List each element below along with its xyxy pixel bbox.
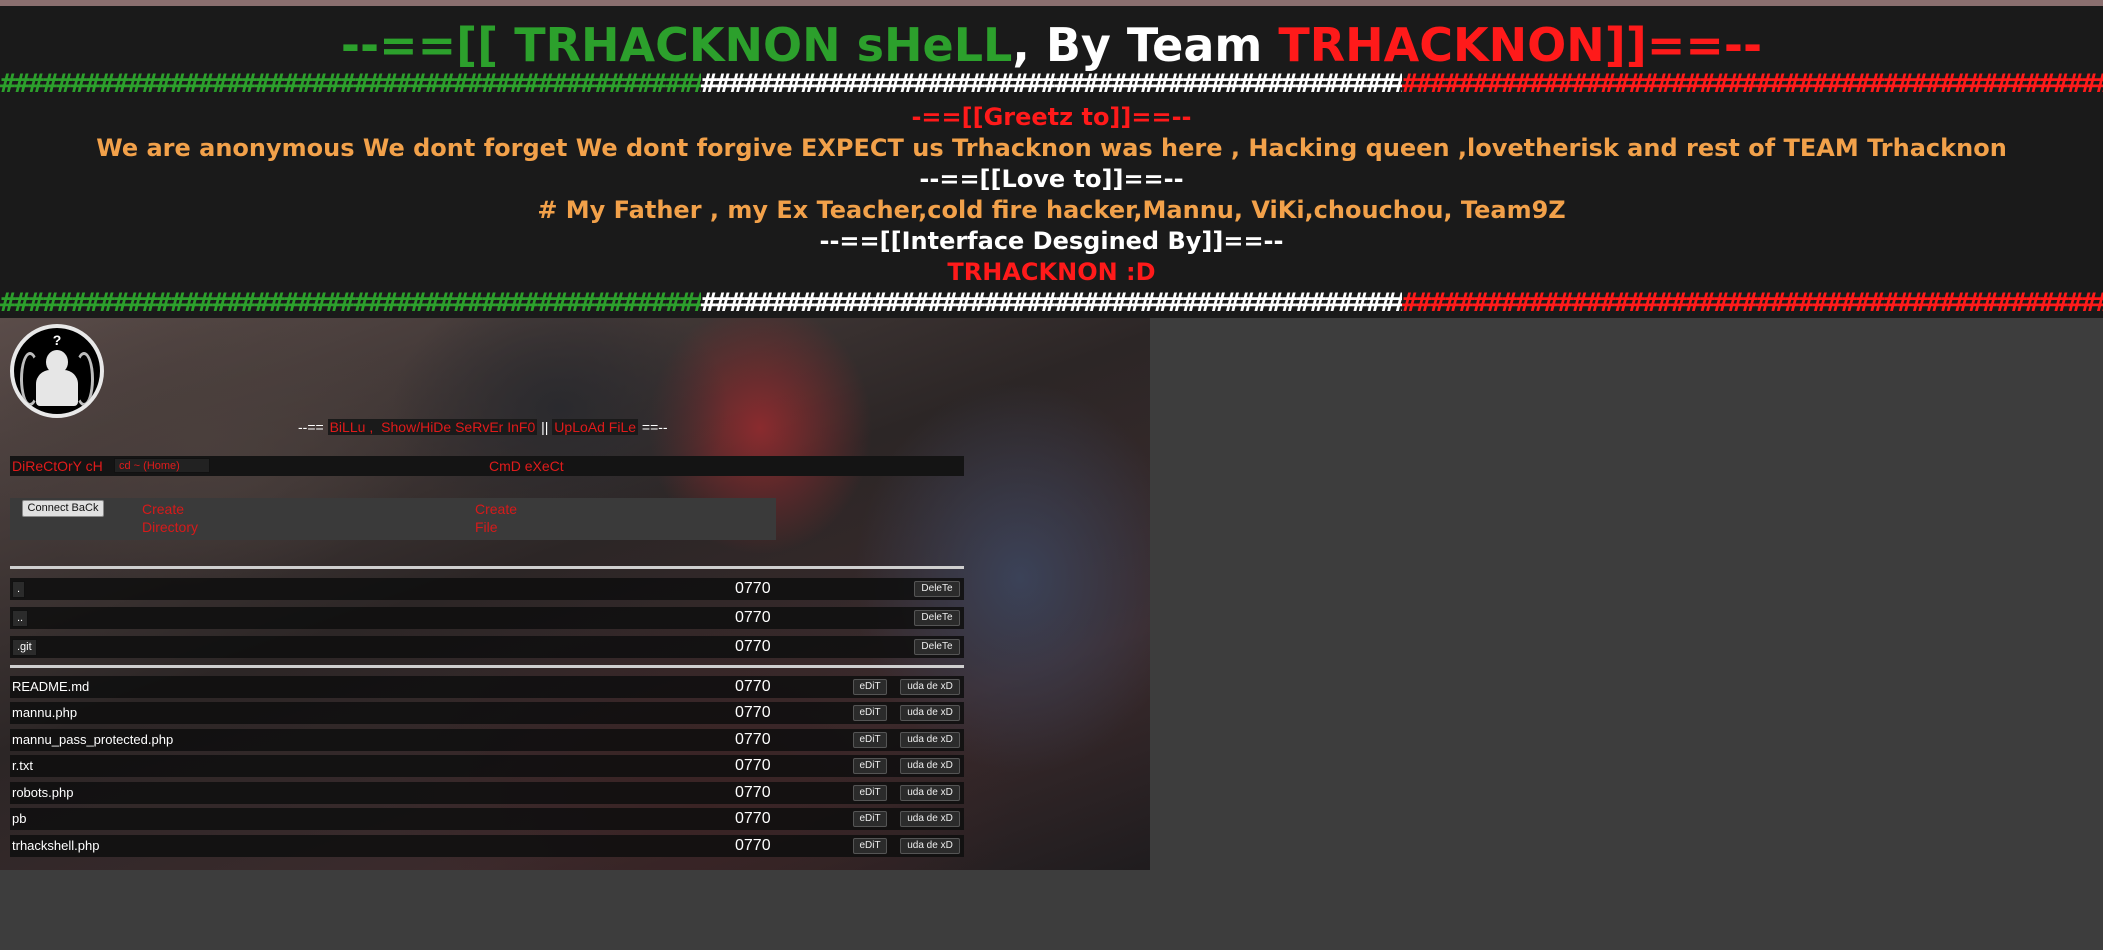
file-name-link[interactable]: robots.php — [12, 784, 73, 802]
delete-button[interactable]: DeleTe — [914, 581, 960, 597]
hash-divider-white: ########################################… — [701, 69, 1402, 99]
logo-suit — [36, 370, 78, 406]
delete-file-button[interactable]: uda de xD — [900, 838, 960, 854]
edit-button[interactable]: eDiT — [853, 705, 887, 721]
edit-button[interactable]: eDiT — [853, 679, 887, 695]
file-row: robots.php 0770 eDiT uda de xD — [10, 782, 964, 804]
command-execute-label[interactable]: CmD eXeCt — [489, 457, 564, 475]
directory-change-label: DiReCtOrY cH — [12, 458, 103, 474]
command-bar: DiReCtOrY cH cd ~ (Home) CmD eXeCt — [10, 456, 964, 476]
directory-name-button[interactable]: .git — [12, 639, 37, 656]
banner-title-shell: --==[[ TRHACKNON sHeLL — [340, 18, 1013, 72]
links-separator: , — [367, 419, 380, 435]
hash-divider-bottom: ########################################… — [0, 288, 2103, 318]
permission-value: 0770 — [735, 638, 771, 655]
file-name-link[interactable]: pb — [12, 810, 26, 828]
delete-file-button[interactable]: uda de xD — [900, 811, 960, 827]
delete-button[interactable]: DeleTe — [914, 610, 960, 626]
shell-banner: --==[[ TRHACKNON sHeLL, By Team TRHACKNO… — [0, 0, 2103, 318]
logo-question-mark: ? — [52, 332, 62, 348]
delete-file-button[interactable]: uda de xD — [900, 758, 960, 774]
file-row: trhackshell.php 0770 eDiT uda de xD — [10, 835, 964, 857]
permission-value: 0770 — [735, 731, 771, 748]
file-row: README.md 0770 eDiT uda de xD — [10, 676, 964, 698]
file-name-link[interactable]: r.txt — [12, 757, 33, 775]
create-directory-line2: Directory — [142, 519, 199, 535]
delete-button[interactable]: DeleTe — [914, 639, 960, 655]
permission-value: 0770 — [735, 678, 771, 695]
create-directory-line1: Create — [142, 501, 185, 517]
edit-button[interactable]: eDiT — [853, 811, 887, 827]
file-name-link[interactable]: mannu_pass_protected.php — [12, 731, 173, 749]
hash-divider-top: ########################################… — [0, 69, 2103, 99]
anonymous-logo-icon: ? — [10, 324, 104, 418]
shell-panel: ? --== BiLLu, Show/HiDe SeRvEr InF0 || U… — [0, 318, 1150, 870]
create-directory-button[interactable]: Create Directory — [142, 500, 198, 536]
delete-file-button[interactable]: uda de xD — [900, 732, 960, 748]
connect-back-button[interactable]: Connect BaCk — [22, 500, 104, 517]
banner-title-by: , By Team — [1012, 18, 1279, 72]
permission-value: 0770 — [735, 757, 771, 774]
hash-divider-green: ########################################… — [0, 288, 701, 318]
links-separator: || — [537, 419, 553, 435]
laurel-left-icon — [20, 352, 40, 406]
links-suffix: ==-- — [641, 419, 668, 435]
banner-title-end: ]]==-- — [1604, 18, 1763, 72]
toggle-server-info-link[interactable]: Show/HiDe SeRvEr InF0 — [379, 419, 538, 435]
directory-row: .. 0770 DeleTe — [10, 607, 964, 629]
permission-value: 0770 — [735, 837, 771, 854]
file-row: mannu_pass_protected.php 0770 eDiT uda d… — [10, 729, 964, 751]
edit-button[interactable]: eDiT — [853, 785, 887, 801]
laurel-right-icon — [74, 352, 94, 406]
create-file-line2: File — [475, 519, 498, 535]
section-divider — [10, 566, 964, 569]
permission-value: 0770 — [735, 810, 771, 827]
banner-title: --==[[ TRHACKNON sHeLL, By Team TRHACKNO… — [0, 16, 2103, 74]
interface-heading: --==[[Interface Desgined By]]==-- — [819, 227, 1284, 255]
love-text: # My Father , my Ex Teacher,cold fire ha… — [537, 196, 1566, 224]
love-heading: --==[[Love to]]==-- — [919, 165, 1184, 193]
permission-value: 0770 — [735, 704, 771, 721]
directory-row: .git 0770 DeleTe — [10, 636, 964, 658]
hash-divider-green: ########################################… — [0, 69, 701, 99]
links-prefix: --== — [298, 419, 324, 435]
tool-bar: Connect BaCk Create Directory Create Fil… — [10, 498, 776, 540]
directory-row: . 0770 DeleTe — [10, 578, 964, 600]
file-name-link[interactable]: trhackshell.php — [12, 837, 99, 855]
file-row: mannu.php 0770 eDiT uda de xD — [10, 702, 964, 724]
delete-file-button[interactable]: uda de xD — [900, 705, 960, 721]
delete-file-button[interactable]: uda de xD — [900, 785, 960, 801]
permission-value: 0770 — [735, 580, 771, 597]
hash-divider-white: ########################################… — [701, 288, 1402, 318]
banner-title-team: TRHACKNON — [1278, 18, 1605, 72]
delete-file-button[interactable]: uda de xD — [900, 679, 960, 695]
hash-divider-red: ########################################… — [1402, 69, 2103, 99]
directory-name-button[interactable]: .. — [12, 610, 29, 627]
file-name-link[interactable]: README.md — [12, 678, 89, 696]
edit-button[interactable]: eDiT — [853, 732, 887, 748]
directory-change-input[interactable]: cd ~ (Home) — [114, 458, 210, 473]
file-name-link[interactable]: mannu.php — [12, 704, 77, 722]
section-divider — [10, 665, 964, 668]
edit-button[interactable]: eDiT — [853, 838, 887, 854]
create-file-line1: Create — [475, 501, 518, 517]
directory-name-button[interactable]: . — [12, 581, 26, 598]
edit-button[interactable]: eDiT — [853, 758, 887, 774]
upload-file-link[interactable]: UpLoAd FiLe — [552, 419, 639, 435]
greetz-text: We are anonymous We dont forget We dont … — [96, 134, 2007, 162]
file-row: r.txt 0770 eDiT uda de xD — [10, 755, 964, 777]
action-links: --== BiLLu, Show/HiDe SeRvEr InF0 || UpL… — [298, 418, 668, 436]
hash-divider-red: ########################################… — [1402, 288, 2103, 318]
billu-link[interactable]: BiLLu — [327, 419, 368, 435]
permission-value: 0770 — [735, 784, 771, 801]
greetz-heading: -==[[Greetz to]]==-- — [911, 103, 1192, 131]
permission-value: 0770 — [735, 609, 771, 626]
interface-text: TRHACKNON :D — [947, 258, 1156, 286]
create-file-button[interactable]: Create File — [475, 500, 517, 536]
file-row: pb 0770 eDiT uda de xD — [10, 808, 964, 830]
